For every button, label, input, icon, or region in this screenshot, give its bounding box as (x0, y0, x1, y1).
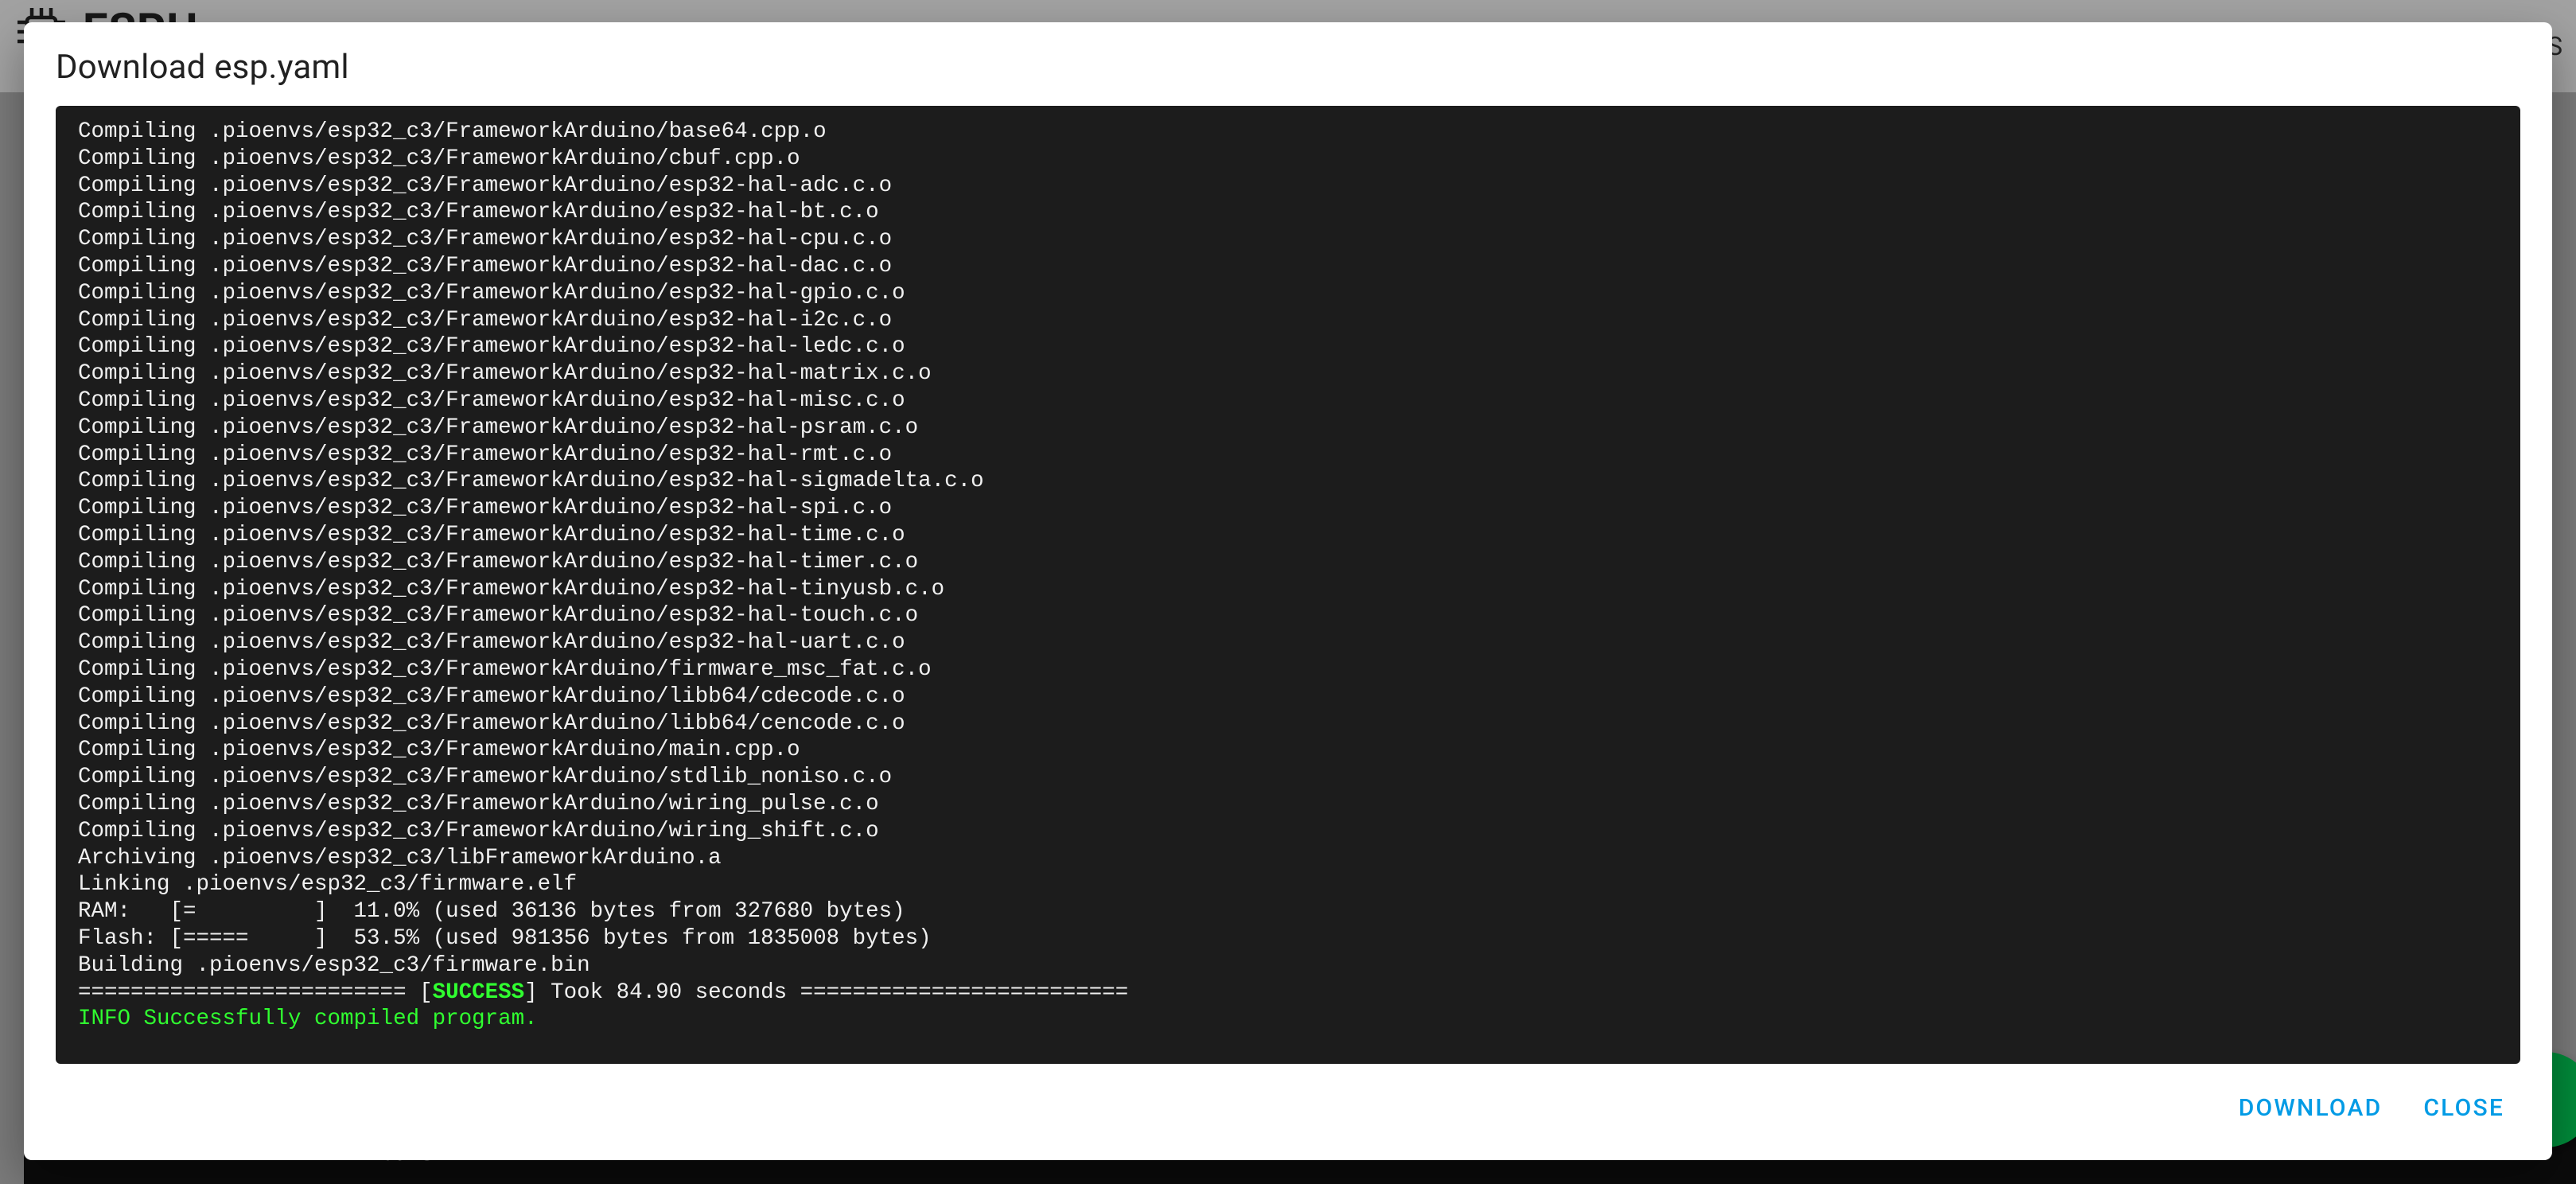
modal-title: Download esp.yaml (56, 48, 2520, 87)
build-log-content: Compiling .pioenvs/esp32_c3/FrameworkArd… (78, 119, 2498, 1033)
modal-actions: DOWNLOAD CLOSE (56, 1064, 2520, 1144)
close-button[interactable]: CLOSE (2417, 1086, 2511, 1130)
modal-overlay[interactable]: Download esp.yaml Compiling .pioenvs/esp… (0, 0, 2576, 1184)
download-modal: Download esp.yaml Compiling .pioenvs/esp… (24, 22, 2552, 1160)
download-button[interactable]: DOWNLOAD (2232, 1086, 2389, 1130)
build-log-terminal[interactable]: Compiling .pioenvs/esp32_c3/FrameworkArd… (56, 106, 2520, 1064)
